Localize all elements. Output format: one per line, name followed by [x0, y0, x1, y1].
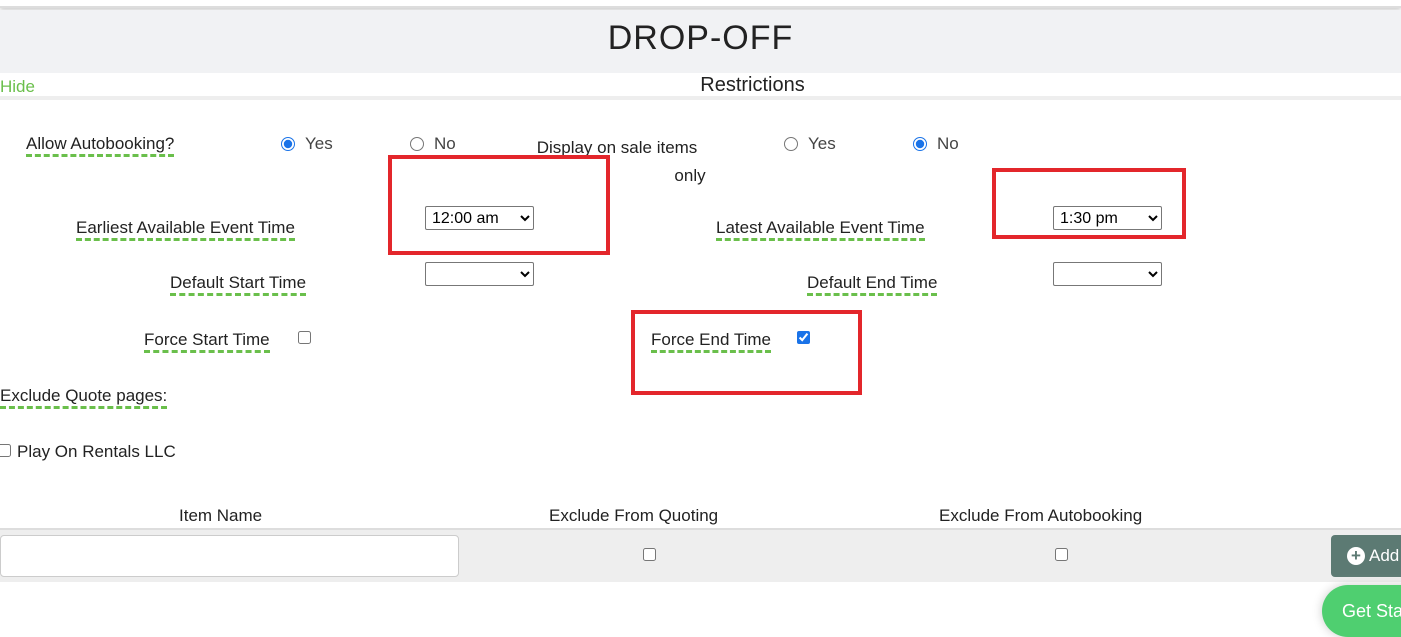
page-title: DROP-OFF [0, 10, 1401, 73]
default-start-label: Default Start Time [170, 273, 307, 296]
display-sale-yes-input[interactable] [784, 137, 798, 151]
display-sale-yes-radio[interactable]: Yes [784, 134, 836, 154]
column-header-exclude-autobooking: Exclude From Autobooking [939, 506, 1143, 525]
exclude-autobooking-checkbox[interactable] [1055, 548, 1068, 561]
allow-autobooking-label: Allow Autobooking? [26, 134, 175, 157]
default-end-label: Default End Time [807, 273, 938, 296]
autobooking-no-input[interactable] [410, 137, 424, 151]
radio-label: No [937, 134, 959, 153]
play-on-checkbox[interactable] [0, 444, 11, 457]
label-line: only [674, 166, 706, 185]
item-name-input[interactable] [0, 535, 459, 577]
exclude-quote-label: Exclude Quote pages: [0, 386, 168, 409]
force-start-checkbox[interactable] [298, 331, 311, 344]
autobooking-no-radio[interactable]: No [410, 134, 456, 154]
top-bar [0, 0, 1401, 8]
latest-time-select[interactable]: 1:30 pm [1053, 206, 1162, 230]
display-sale-no-radio[interactable]: No [913, 134, 959, 154]
highlight-box [388, 155, 610, 255]
hide-link[interactable]: Hide [0, 77, 35, 97]
force-end-checkbox[interactable] [797, 331, 810, 344]
default-end-select[interactable] [1053, 262, 1162, 286]
earliest-time-label: Earliest Available Event Time [76, 218, 295, 241]
display-sale-no-input[interactable] [913, 137, 927, 151]
force-start-label: Force Start Time [144, 330, 270, 353]
exclude-quoting-checkbox[interactable] [643, 548, 656, 561]
radio-label: Yes [808, 134, 836, 153]
earliest-time-select[interactable]: 12:00 am [425, 206, 534, 230]
latest-time-label: Latest Available Event Time [716, 218, 925, 241]
add-label: Add [1369, 546, 1400, 565]
autobooking-yes-input[interactable] [281, 137, 295, 151]
default-start-select[interactable] [425, 262, 534, 286]
plus-circle-icon: + [1347, 547, 1365, 565]
autobooking-yes-radio[interactable]: Yes [281, 134, 333, 154]
column-header-exclude-quoting: Exclude From Quoting [549, 506, 719, 525]
section-title: Restrictions [700, 74, 805, 96]
add-button[interactable]: + Add [1331, 535, 1401, 577]
column-header-item-name: Item Name [179, 506, 263, 525]
get-started-button[interactable]: Get Sta [1322, 585, 1401, 637]
force-end-label: Force End Time [651, 330, 771, 353]
radio-label: No [434, 134, 456, 153]
play-on-label: Play On Rentals LLC [17, 442, 176, 461]
radio-label: Yes [305, 134, 333, 153]
